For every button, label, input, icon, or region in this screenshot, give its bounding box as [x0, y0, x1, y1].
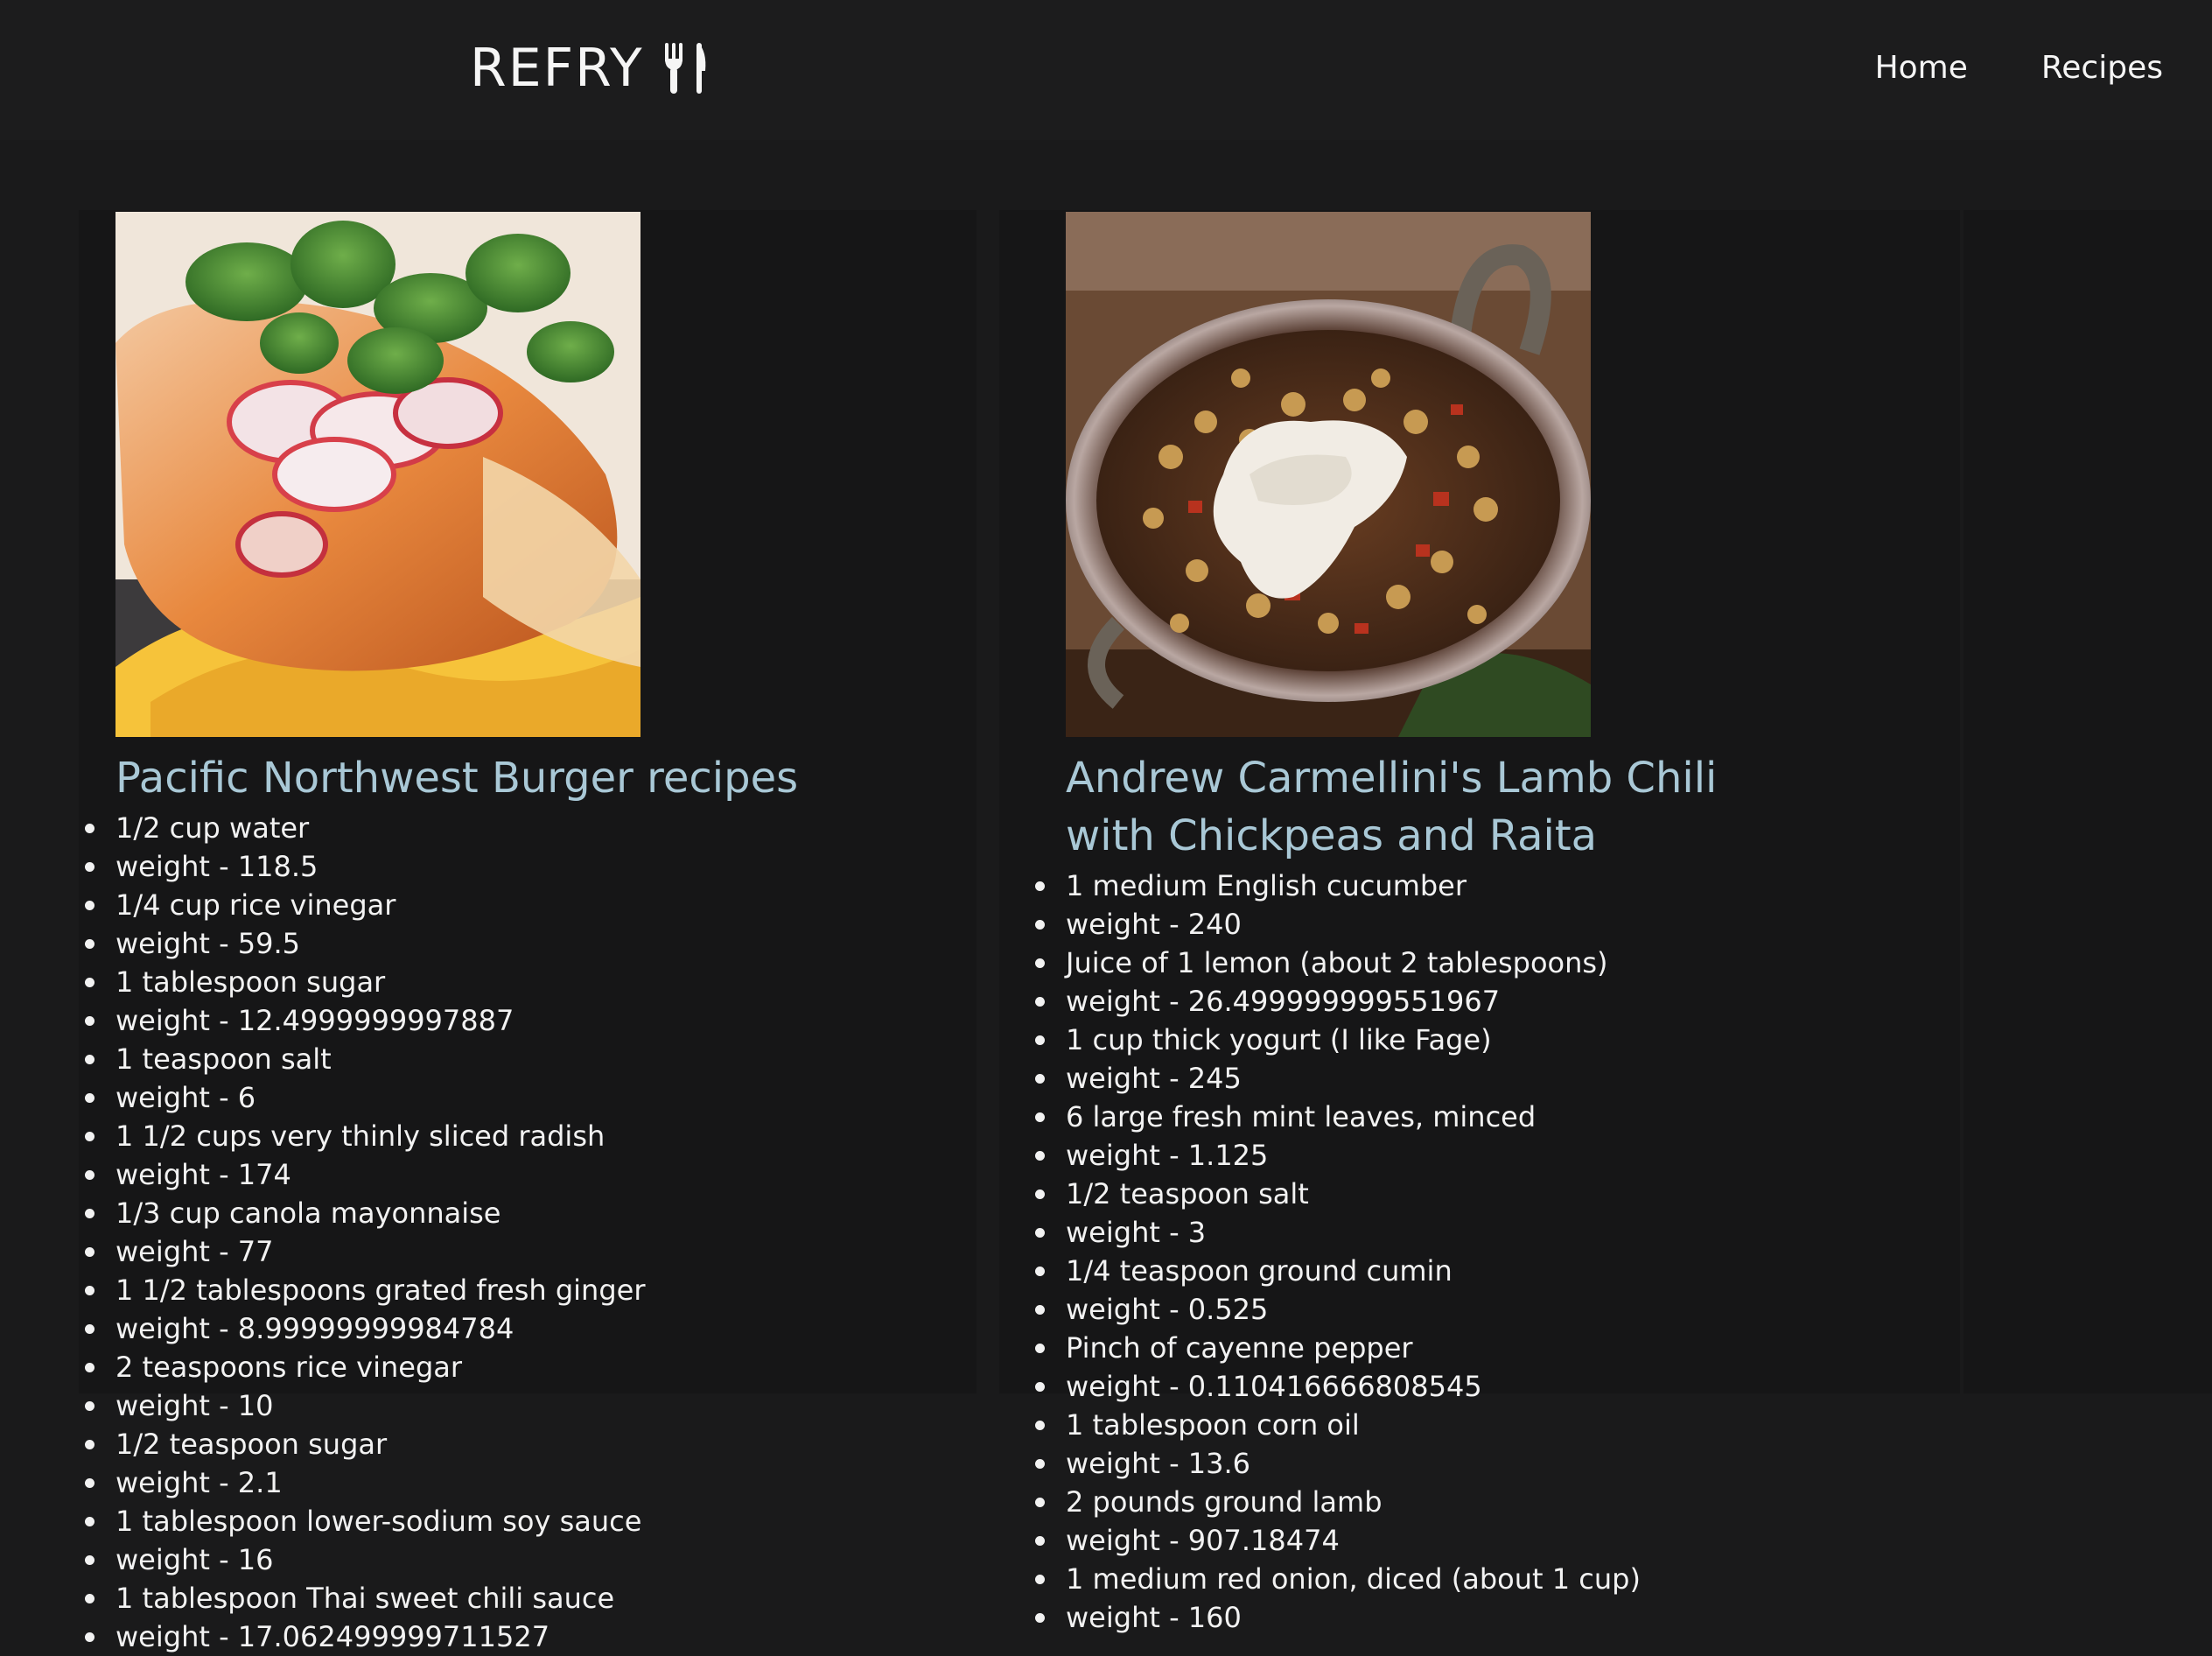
ingredient-item: 1 1/2 tablespoons grated fresh ginger	[84, 1271, 798, 1309]
ingredient-item: weight - 118.5	[84, 847, 798, 886]
ingredient-item: weight - 907.18474	[1035, 1521, 1818, 1560]
ingredient-item: weight - 0.110416666808545	[1035, 1367, 1818, 1406]
site-header: REFRY Home Recipes	[0, 0, 2212, 140]
ingredient-list: 1 medium English cucumber weight - 240 J…	[1035, 867, 1818, 1637]
ingredient-item: 1/4 cup rice vinegar	[84, 886, 798, 924]
ingredient-item: 1/3 cup canola mayonnaise	[84, 1194, 798, 1232]
recipe-card: Andrew Carmellini's Lamb Chili with Chic…	[1035, 212, 1818, 1637]
ingredient-item: weight - 77	[84, 1232, 798, 1271]
ingredient-item: weight - 59.5	[84, 924, 798, 963]
ingredient-item: weight - 12.4999999997887	[84, 1001, 798, 1040]
brand-name: REFRY	[470, 38, 644, 99]
ingredient-item: weight - 174	[84, 1155, 798, 1194]
ingredient-item: 1 1/2 cups very thinly sliced radish	[84, 1117, 798, 1155]
ingredient-item: weight - 2.1	[84, 1463, 798, 1502]
main-nav: Home Recipes	[1875, 46, 2163, 91]
ingredient-item: 1/2 teaspoon sugar	[84, 1425, 798, 1463]
lamb-chili-photo	[1066, 212, 1591, 737]
ingredient-item: 1/4 teaspoon ground cumin	[1035, 1252, 1818, 1290]
ingredient-item: weight - 1.125	[1035, 1136, 1818, 1175]
ingredient-item: 1 tablespoon sugar	[84, 963, 798, 1001]
ingredient-item: 1 cup thick yogurt (I like Fage)	[1035, 1021, 1818, 1059]
recipe-image-link[interactable]	[116, 212, 640, 737]
ingredient-item: weight - 8.99999999984784	[84, 1309, 798, 1348]
ingredient-item: weight - 6	[84, 1078, 798, 1117]
ingredient-item: Pinch of cayenne pepper	[1035, 1329, 1818, 1367]
recipe-title-link[interactable]: Andrew Carmellini's Lamb Chili with Chic…	[1066, 749, 1818, 865]
ingredient-list: 1/2 cup water weight - 118.5 1/4 cup ric…	[84, 809, 798, 1656]
ingredient-item: 1/2 teaspoon salt	[1035, 1175, 1818, 1213]
ingredient-item: 1 tablespoon lower-sodium soy sauce	[84, 1502, 798, 1540]
nav-recipes-link[interactable]: Recipes	[2041, 46, 2163, 91]
ingredient-item: weight - 13.6	[1035, 1444, 1818, 1483]
ingredient-item: 1 tablespoon Thai sweet chili sauce	[84, 1579, 798, 1617]
ingredient-item: 1 medium red onion, diced (about 1 cup)	[1035, 1560, 1818, 1598]
ingredient-item: weight - 16	[84, 1540, 798, 1579]
ingredient-item: Juice of 1 lemon (about 2 tablespoons)	[1035, 944, 1818, 982]
brand-logo-link[interactable]: REFRY	[470, 33, 709, 103]
ingredient-item: 1 tablespoon corn oil	[1035, 1406, 1818, 1444]
ingredient-item: weight - 17.062499999711527	[84, 1617, 798, 1656]
ingredient-item: weight - 10	[84, 1386, 798, 1425]
ingredient-item: weight - 160	[1035, 1598, 1818, 1637]
ingredient-item: 1 teaspoon salt	[84, 1040, 798, 1078]
ingredient-item: weight - 26.499999999551967	[1035, 982, 1818, 1021]
ingredient-item: 2 pounds ground lamb	[1035, 1483, 1818, 1521]
nav-home-link[interactable]: Home	[1875, 46, 1968, 91]
ingredient-item: 1/2 cup water	[84, 809, 798, 847]
recipe-image-link[interactable]	[1066, 212, 1591, 737]
ingredient-item: weight - 0.525	[1035, 1290, 1818, 1329]
burger-photo	[116, 212, 640, 737]
ingredient-item: 1 medium English cucumber	[1035, 867, 1818, 905]
ingredient-item: weight - 240	[1035, 905, 1818, 944]
recipe-card: Pacific Northwest Burger recipes 1/2 cup…	[84, 212, 798, 1656]
ingredient-item: 2 teaspoons rice vinegar	[84, 1348, 798, 1386]
ingredient-item: weight - 245	[1035, 1059, 1818, 1098]
ingredient-item: weight - 3	[1035, 1213, 1818, 1252]
recipe-title-link[interactable]: Pacific Northwest Burger recipes	[116, 749, 798, 807]
fork-knife-icon	[664, 43, 705, 94]
recipe-card-background	[1964, 210, 2212, 1393]
ingredient-item: 6 large fresh mint leaves, minced	[1035, 1098, 1818, 1136]
